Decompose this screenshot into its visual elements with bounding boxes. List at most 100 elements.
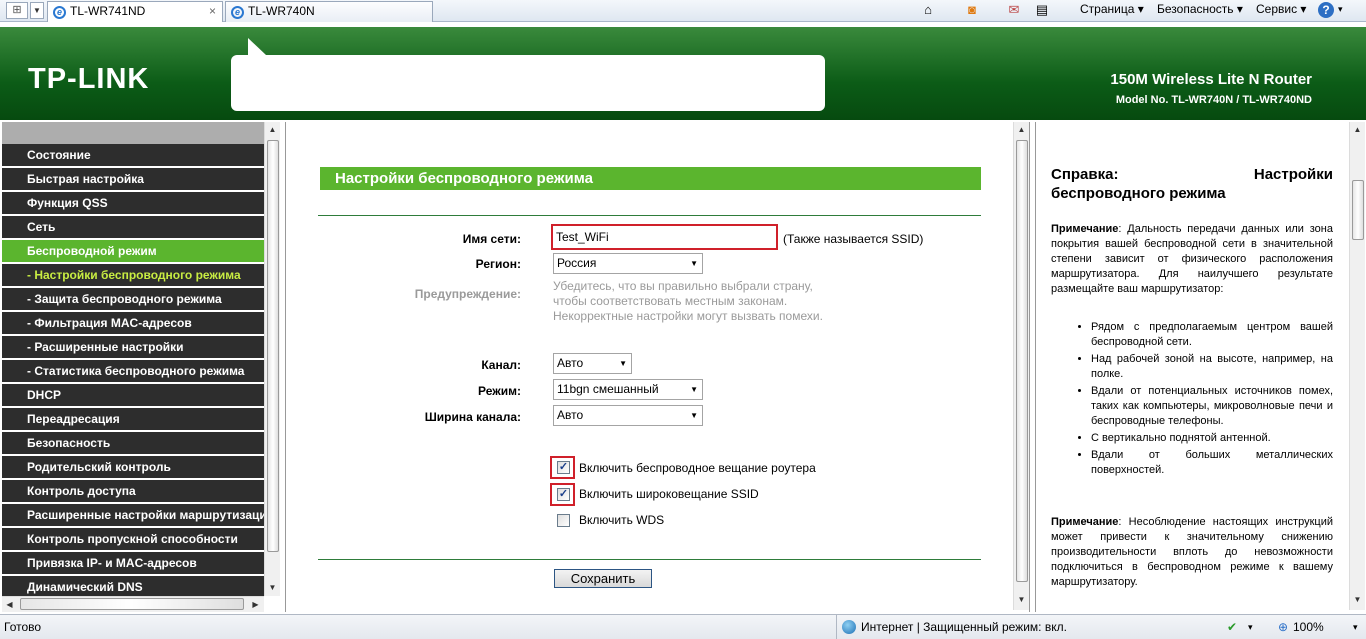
- region-value: Россия: [557, 256, 597, 270]
- mode-select[interactable]: 11bgn смешанный ▼: [553, 379, 703, 400]
- quick-tabs-icon[interactable]: ⊞: [6, 2, 28, 19]
- help-dropdown-icon[interactable]: ▾: [1338, 0, 1343, 22]
- scroll-thumb[interactable]: [267, 140, 279, 552]
- sidebar-item[interactable]: Привязка IP- и MAC-адресов: [2, 552, 264, 576]
- scroll-right-icon[interactable]: ▶: [248, 597, 263, 612]
- wireless-radio-checkbox[interactable]: ✓: [557, 461, 570, 474]
- ie-icon: e: [53, 6, 66, 19]
- channel-select[interactable]: Авто ▼: [553, 353, 632, 374]
- scroll-thumb[interactable]: [20, 598, 244, 610]
- service-menu[interactable]: Сервис ▾: [1256, 0, 1306, 22]
- help-bullet-list: Рядом с предполагаемым центром вашей бес…: [1091, 320, 1333, 480]
- save-button[interactable]: Сохранить: [554, 569, 652, 588]
- security-zone-text[interactable]: Интернет | Защищенный режим: вкл.: [861, 615, 1067, 639]
- scroll-up-icon[interactable]: ▲: [1014, 122, 1029, 138]
- warning-line: Некорректные настройки могут вызвать пом…: [553, 309, 823, 323]
- divider: [318, 215, 981, 216]
- wds-checkbox[interactable]: [557, 514, 570, 527]
- mode-label: Режим:: [478, 384, 521, 398]
- sidebar-item[interactable]: Быстрая настройка: [2, 168, 264, 192]
- scroll-up-icon[interactable]: ▲: [265, 122, 280, 138]
- divider: [836, 615, 837, 639]
- browser-tab-2[interactable]: e TL-WR740N: [225, 1, 433, 22]
- tab-label: TL-WR741ND: [70, 4, 146, 18]
- internet-globe-icon: [842, 620, 856, 634]
- sidebar-item[interactable]: Контроль пропускной способности: [2, 528, 264, 552]
- help-title-left: Справка:: [1051, 166, 1119, 183]
- close-tab-icon[interactable]: ×: [209, 2, 216, 21]
- menu-vertical-scrollbar[interactable]: ▲ ▼: [264, 122, 280, 596]
- scroll-thumb[interactable]: [1352, 180, 1364, 240]
- browser-toolbar: ⊞ ▼ e TL-WR741ND × e TL-WR740N ⌂ ◙ ✉ ▤ С…: [0, 0, 1366, 22]
- checkbox-label: Включить широковещание SSID: [579, 487, 759, 501]
- sidebar-item[interactable]: DHCP: [2, 384, 264, 408]
- home-icon[interactable]: ⌂: [920, 2, 936, 18]
- channel-width-label: Ширина канала:: [424, 410, 521, 424]
- sidebar-item[interactable]: Беспроводной режим: [2, 240, 264, 264]
- sidebar-item[interactable]: Расширенные настройки маршрутизации: [2, 504, 264, 528]
- checkbox-label: Включить беспроводное вещание роутера: [579, 461, 816, 475]
- channel-width-value: Авто: [557, 408, 584, 422]
- warning-text: Убедитесь, что вы правильно выбрали стра…: [553, 279, 823, 324]
- channel-label: Канал:: [481, 358, 521, 372]
- sidebar-item[interactable]: - Статистика беспроводного режима: [2, 360, 264, 384]
- sidebar-item[interactable]: Переадресация: [2, 408, 264, 432]
- checkbox-label: Включить WDS: [579, 513, 665, 527]
- divider: [318, 559, 981, 560]
- sidebar-item[interactable]: Контроль доступа: [2, 480, 264, 504]
- ssid-note: (Также называется SSID): [783, 232, 924, 246]
- zoom-dropdown-icon[interactable]: ▾: [1353, 615, 1358, 639]
- zoom-level[interactable]: 100%: [1293, 615, 1324, 639]
- region-select[interactable]: Россия ▼: [553, 253, 703, 274]
- sidebar-item[interactable]: - Фильтрация MAC-адресов: [2, 312, 264, 336]
- note-label: Примечание: [1051, 516, 1119, 528]
- note-label: Примечание: [1051, 223, 1119, 235]
- ssid-broadcast-checkbox[interactable]: ✓: [557, 488, 570, 501]
- sidebar-menu: Состояние Быстрая настройка Функция QSS Сет…: [0, 122, 280, 612]
- help-title: Справка: Настройки беспроводного режима: [1051, 165, 1333, 203]
- sidebar-item[interactable]: Безопасность: [2, 432, 264, 456]
- browser-tab-1[interactable]: e TL-WR741ND ×: [47, 1, 223, 22]
- channel-width-select[interactable]: Авто ▼: [553, 405, 703, 426]
- sidebar-item[interactable]: - Защита беспроводного режима: [2, 288, 264, 312]
- mail-icon[interactable]: ✉: [1006, 2, 1022, 18]
- zone-dropdown-icon[interactable]: ▾: [1248, 615, 1253, 639]
- security-menu[interactable]: Безопасность ▾: [1157, 0, 1243, 22]
- help-panel: Справка: Настройки беспроводного режима …: [1035, 122, 1366, 612]
- sidebar-item[interactable]: Функция QSS: [2, 192, 264, 216]
- help-note-1: Примечание: Дальность передачи данных ил…: [1051, 222, 1333, 297]
- protected-mode-icon[interactable]: ✔: [1227, 615, 1237, 639]
- sidebar-item[interactable]: Состояние: [2, 144, 264, 168]
- help-vertical-scrollbar[interactable]: ▲ ▼: [1349, 122, 1365, 610]
- tab-list-dropdown[interactable]: ▼: [30, 2, 44, 19]
- scroll-down-icon[interactable]: ▼: [1350, 592, 1365, 608]
- sidebar-item[interactable]: Родительский контроль: [2, 456, 264, 480]
- help-icon[interactable]: ?: [1318, 2, 1334, 18]
- scroll-up-icon[interactable]: ▲: [1350, 122, 1365, 138]
- scroll-left-icon[interactable]: ◀: [2, 597, 17, 612]
- sidebar-item[interactable]: Сеть: [2, 216, 264, 240]
- print-icon[interactable]: ▤: [1034, 2, 1050, 18]
- scroll-thumb[interactable]: [1016, 140, 1028, 582]
- tab-label: TL-WR740N: [248, 4, 315, 18]
- region-label: Регион:: [475, 257, 521, 271]
- scroll-down-icon[interactable]: ▼: [265, 580, 280, 596]
- help-note-2: Примечание: Несоблюдение настоящих инстр…: [1051, 515, 1333, 590]
- scroll-down-icon[interactable]: ▼: [1014, 592, 1029, 608]
- warning-line: Убедитесь, что вы правильно выбрали стра…: [553, 279, 813, 293]
- menu-horizontal-scrollbar[interactable]: ◀ ▶: [2, 596, 264, 612]
- mode-value: 11bgn смешанный: [557, 382, 659, 396]
- help-bullet: Над рабочей зоной на высоте, например, н…: [1091, 352, 1333, 382]
- warning-line: чтобы соответствовать местным законам.: [553, 294, 788, 308]
- channel-value: Авто: [557, 356, 584, 370]
- page-menu[interactable]: Страница ▾: [1080, 0, 1144, 22]
- page-title: Настройки беспроводного режима: [318, 167, 981, 190]
- main-vertical-scrollbar[interactable]: ▲ ▼: [1013, 122, 1029, 610]
- help-title-right: Настройки: [1253, 166, 1333, 183]
- sidebar-item[interactable]: - Расширенные настройки: [2, 336, 264, 360]
- sidebar-item[interactable]: - Настройки беспроводного режима: [2, 264, 264, 288]
- dropdown-arrow-icon: ▼: [690, 259, 698, 268]
- help-bullet: Рядом с предполагаемым центром вашей бес…: [1091, 320, 1333, 350]
- status-bar: Готово Интернет | Защищенный режим: вкл.…: [0, 614, 1366, 639]
- rss-feed-icon[interactable]: ◙: [964, 2, 980, 18]
